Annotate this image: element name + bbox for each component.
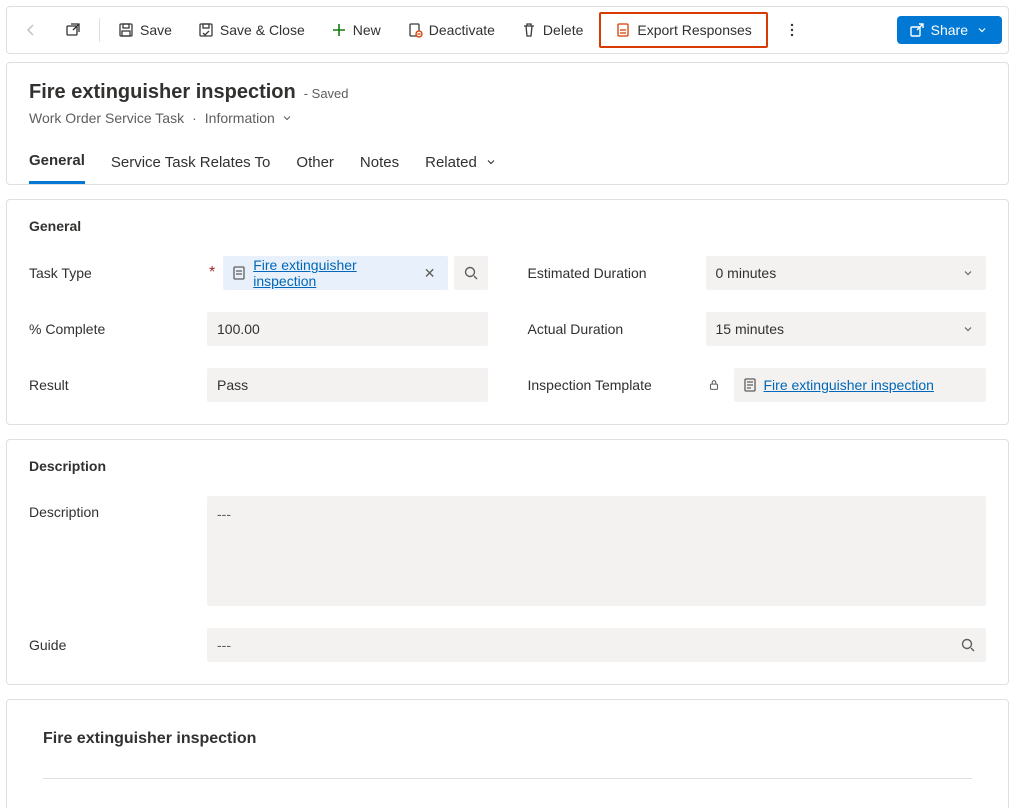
chevron-down-icon	[960, 265, 976, 281]
share-icon	[909, 22, 925, 38]
section-description: Description Description --- Guide ---	[6, 439, 1009, 685]
back-button[interactable]	[13, 16, 49, 44]
task-type-search[interactable]	[454, 256, 488, 290]
toolbar-separator	[99, 18, 100, 42]
task-type-record-icon	[231, 265, 247, 281]
actual-duration-select[interactable]: 15 minutes	[706, 312, 987, 346]
share-button[interactable]: Share	[897, 16, 1002, 44]
tab-other[interactable]: Other	[296, 152, 334, 184]
deactivate-icon	[407, 22, 423, 38]
chevron-down-icon	[960, 321, 976, 337]
inspection-template-pill[interactable]: Fire extinguisher inspection	[734, 368, 987, 402]
tab-general[interactable]: General	[29, 152, 85, 184]
share-label: Share	[931, 22, 968, 38]
required-indicator: *	[209, 264, 215, 282]
more-vertical-icon	[784, 22, 800, 38]
save-icon	[118, 22, 134, 38]
deactivate-button[interactable]: Deactivate	[397, 16, 505, 44]
section-general-title: General	[29, 218, 986, 234]
guide-label: Guide	[29, 637, 66, 653]
section-inspection: Fire extinguisher inspection	[6, 699, 1009, 808]
estimated-duration-value: 0 minutes	[716, 265, 777, 281]
field-task-type: Task Type * Fire extinguisher inspection…	[29, 256, 488, 290]
actual-duration-value: 15 minutes	[716, 321, 784, 337]
export-responses-button[interactable]: Export Responses	[605, 16, 761, 44]
task-type-label: Task Type	[29, 265, 92, 281]
search-icon	[463, 265, 479, 281]
entity-name: Work Order Service Task	[29, 110, 184, 126]
field-actual-duration: Actual Duration 15 minutes	[528, 312, 987, 346]
field-percent-complete: % Complete 100.00	[29, 312, 488, 346]
chevron-down-icon	[279, 110, 295, 126]
task-type-clear[interactable]: ✕	[420, 265, 440, 282]
pdf-icon	[615, 22, 631, 38]
percent-complete-label: % Complete	[29, 321, 105, 337]
description-label: Description	[29, 504, 99, 520]
percent-complete-value: 100.00	[217, 321, 260, 337]
popout-icon	[65, 22, 81, 38]
export-responses-label: Export Responses	[637, 22, 751, 38]
save-close-button[interactable]: Save & Close	[188, 16, 315, 44]
description-textarea[interactable]: ---	[207, 496, 986, 606]
deactivate-label: Deactivate	[429, 22, 495, 38]
form-tabs: General Service Task Relates To Other No…	[29, 152, 986, 184]
chevron-down-icon	[974, 22, 990, 38]
form-name: Information	[205, 110, 275, 126]
tab-notes[interactable]: Notes	[360, 152, 399, 184]
inspection-template-label: Inspection Template	[528, 377, 652, 393]
save-close-icon	[198, 22, 214, 38]
delete-label: Delete	[543, 22, 583, 38]
search-icon	[960, 637, 976, 653]
separator-dot: ·	[192, 110, 197, 126]
result-label: Result	[29, 377, 69, 393]
overflow-button[interactable]	[774, 16, 810, 44]
saved-indicator: - Saved	[304, 86, 349, 101]
description-value: ---	[217, 506, 231, 522]
arrow-left-icon	[23, 22, 39, 38]
chevron-down-icon	[483, 154, 499, 170]
trash-icon	[521, 22, 537, 38]
inspection-template-link[interactable]: Fire extinguisher inspection	[764, 377, 934, 393]
save-button[interactable]: Save	[108, 16, 182, 44]
record-title: Fire extinguisher inspection	[29, 81, 296, 104]
section-description-title: Description	[29, 458, 986, 474]
save-close-label: Save & Close	[220, 22, 305, 38]
guide-value: ---	[217, 637, 231, 653]
tab-relates-to[interactable]: Service Task Relates To	[111, 152, 271, 184]
save-label: Save	[140, 22, 172, 38]
lock-icon	[706, 377, 722, 393]
field-result: Result Pass	[29, 368, 488, 402]
percent-complete-input[interactable]: 100.00	[207, 312, 488, 346]
template-record-icon	[742, 377, 758, 393]
tab-related[interactable]: Related	[425, 152, 499, 184]
open-new-window-button[interactable]	[55, 16, 91, 44]
field-estimated-duration: Estimated Duration 0 minutes	[528, 256, 987, 290]
form-selector[interactable]: Information	[205, 110, 295, 126]
inspection-title: Fire extinguisher inspection	[43, 730, 972, 748]
actual-duration-label: Actual Duration	[528, 321, 624, 337]
new-label: New	[353, 22, 381, 38]
result-input[interactable]: Pass	[207, 368, 488, 402]
section-general: General Task Type * Fire extinguisher in…	[6, 199, 1009, 425]
guide-lookup[interactable]: ---	[207, 628, 986, 662]
new-button[interactable]: New	[321, 16, 391, 44]
export-responses-highlight: Export Responses	[599, 12, 767, 48]
delete-button[interactable]: Delete	[511, 16, 593, 44]
form-header: Fire extinguisher inspection - Saved Wor…	[6, 62, 1009, 185]
estimated-duration-label: Estimated Duration	[528, 265, 647, 281]
plus-icon	[331, 22, 347, 38]
field-inspection-template: Inspection Template Fire extinguisher in…	[528, 368, 987, 402]
inspection-divider	[43, 778, 972, 779]
task-type-link[interactable]: Fire extinguisher inspection	[253, 257, 414, 289]
estimated-duration-select[interactable]: 0 minutes	[706, 256, 987, 290]
result-value: Pass	[217, 377, 248, 393]
task-type-lookup-pill[interactable]: Fire extinguisher inspection ✕	[223, 256, 447, 290]
command-bar: Save Save & Close New Deactivate Delete …	[6, 6, 1009, 54]
